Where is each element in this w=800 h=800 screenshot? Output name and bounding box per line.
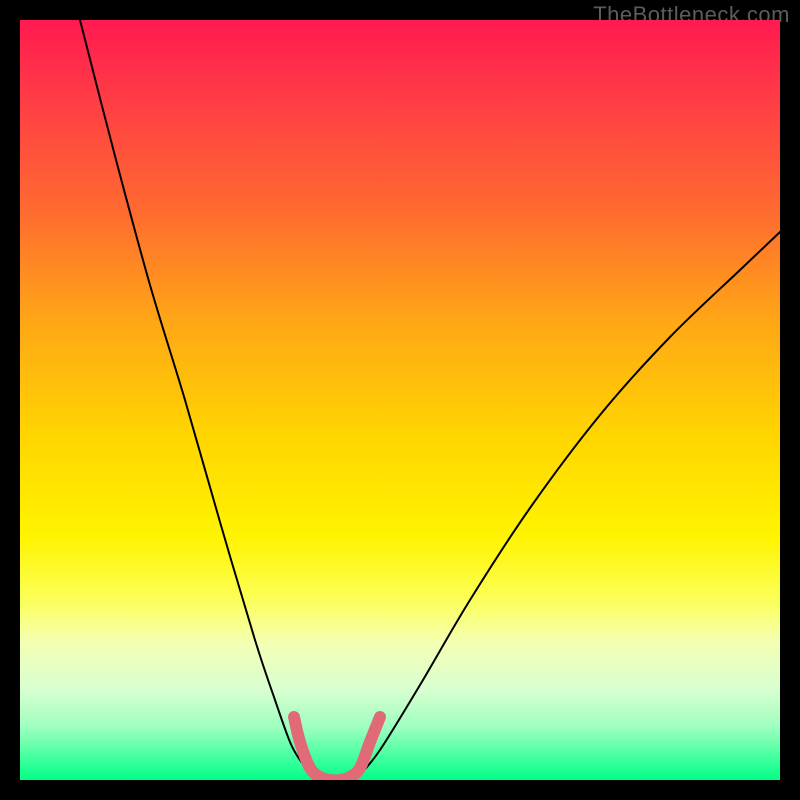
- chart-frame: TheBottleneck.com: [0, 0, 800, 800]
- curve-layer: [20, 20, 780, 780]
- series-black-curve-right: [358, 232, 780, 777]
- plot-area: [20, 20, 780, 780]
- series-pink-floor: [294, 717, 380, 780]
- series-black-curve-left: [80, 20, 318, 777]
